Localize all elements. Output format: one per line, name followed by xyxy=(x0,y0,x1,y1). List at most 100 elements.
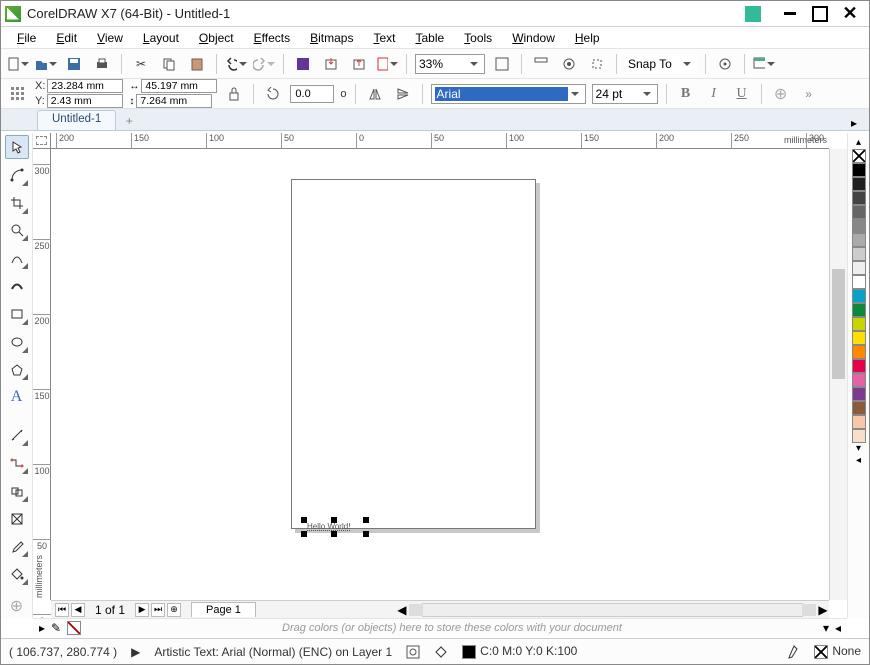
color-swatch[interactable] xyxy=(852,233,866,247)
canvas[interactable]: Hello World! xyxy=(51,149,829,600)
rotation-field[interactable]: 0.0 xyxy=(290,85,334,103)
color-swatch[interactable] xyxy=(852,219,866,233)
zoom-combo[interactable]: 33% xyxy=(415,54,485,74)
menu-view[interactable]: View xyxy=(87,29,133,47)
import-button[interactable] xyxy=(320,53,342,75)
color-swatch[interactable] xyxy=(852,387,866,401)
selection-handle[interactable] xyxy=(363,531,369,537)
menu-text[interactable]: Text xyxy=(363,29,405,47)
color-swatch[interactable] xyxy=(852,359,866,373)
mirror-v-button[interactable] xyxy=(392,83,414,105)
horizontal-scrollbar[interactable] xyxy=(422,603,803,617)
palette-nav-left[interactable]: ▸ xyxy=(39,621,45,635)
font-combo[interactable]: Arial xyxy=(431,84,586,104)
color-swatch[interactable] xyxy=(852,191,866,205)
color-swatch[interactable] xyxy=(852,289,866,303)
first-page-button[interactable]: ⏮ xyxy=(55,603,69,617)
export-button[interactable] xyxy=(348,53,370,75)
add-page-button[interactable]: ⊕ xyxy=(167,603,181,617)
undo-button[interactable] xyxy=(225,53,247,75)
bold-button[interactable]: B xyxy=(675,83,697,105)
outline-pen-icon[interactable] xyxy=(788,645,800,659)
eyedropper-icon[interactable]: ✎ xyxy=(51,621,61,635)
menu-help[interactable]: Help xyxy=(565,29,610,47)
scroll-left-button[interactable]: ◀ xyxy=(396,603,408,617)
y-position-field[interactable]: 2.43 mm xyxy=(47,94,123,108)
shape-tool[interactable] xyxy=(5,163,29,187)
palette-down-button[interactable]: ▾ xyxy=(852,443,866,455)
color-swatch[interactable] xyxy=(852,205,866,219)
color-swatch[interactable] xyxy=(852,429,866,443)
menu-object[interactable]: Object xyxy=(189,29,244,47)
outline-indicator[interactable]: None xyxy=(814,644,861,659)
redo-button[interactable] xyxy=(253,53,275,75)
launcher-button[interactable] xyxy=(753,53,775,75)
page-tab[interactable]: Page 1 xyxy=(191,602,256,617)
more-button[interactable]: » xyxy=(798,83,820,105)
next-page-button[interactable]: ▶ xyxy=(135,603,149,617)
object-origin-icon[interactable] xyxy=(7,83,29,105)
selection-handle[interactable] xyxy=(331,517,337,523)
x-position-field[interactable]: 23.284 mm xyxy=(47,79,123,93)
cut-button[interactable]: ✂ xyxy=(130,53,152,75)
save-button[interactable] xyxy=(63,53,85,75)
crop-tool[interactable] xyxy=(5,191,29,215)
menu-layout[interactable]: Layout xyxy=(133,29,189,47)
color-swatch[interactable] xyxy=(852,177,866,191)
search-content-button[interactable] xyxy=(292,53,314,75)
italic-button[interactable]: I xyxy=(703,83,725,105)
color-swatch[interactable] xyxy=(852,401,866,415)
font-size-combo[interactable]: 24 pt xyxy=(592,84,658,104)
menu-table[interactable]: Table xyxy=(405,29,454,47)
snap-to-combo[interactable]: Snap To xyxy=(625,54,697,74)
palette-up-button[interactable]: ▴ xyxy=(852,137,866,149)
eyedropper-tool[interactable] xyxy=(5,535,29,559)
color-swatch[interactable] xyxy=(852,261,866,275)
quick-customize-button[interactable]: ⊕ xyxy=(5,594,29,618)
underline-button[interactable]: U xyxy=(731,83,753,105)
maximize-button[interactable] xyxy=(805,5,835,23)
color-swatch[interactable] xyxy=(852,317,866,331)
options-button[interactable] xyxy=(714,53,736,75)
height-field[interactable]: 7.264 mm xyxy=(136,94,212,108)
paste-button[interactable] xyxy=(186,53,208,75)
full-screen-button[interactable] xyxy=(491,53,513,75)
selection-handle[interactable] xyxy=(331,531,337,537)
color-proof-icon[interactable] xyxy=(406,645,420,659)
fill-indicator[interactable]: C:0 M:0 Y:0 K:100 xyxy=(462,644,577,659)
pick-tool[interactable] xyxy=(5,135,29,159)
lock-ratio-button[interactable] xyxy=(223,83,245,105)
no-fill-swatch[interactable] xyxy=(67,621,81,635)
transparency-tool[interactable] xyxy=(5,507,29,531)
polygon-tool[interactable] xyxy=(5,358,29,382)
open-button[interactable] xyxy=(35,53,57,75)
freehand-tool[interactable] xyxy=(5,246,29,270)
tab-overflow-button[interactable]: ▸ xyxy=(851,116,863,130)
minimize-button[interactable] xyxy=(775,5,805,23)
document-palette[interactable]: ▸ ✎ Drag colors (or objects) here to sto… xyxy=(33,618,847,636)
drawing-area[interactable]: millimeters 2001501005005010015020025030… xyxy=(33,133,847,618)
horizontal-ruler[interactable]: millimeters 2001501005005010015020025030… xyxy=(51,133,829,149)
print-button[interactable] xyxy=(91,53,113,75)
color-swatch[interactable] xyxy=(852,345,866,359)
mirror-h-button[interactable] xyxy=(364,83,386,105)
color-swatch[interactable] xyxy=(852,163,866,177)
document-tab[interactable]: Untitled-1 xyxy=(37,110,116,130)
scroll-right-button[interactable]: ▶ xyxy=(817,603,829,617)
color-swatch[interactable] xyxy=(852,373,866,387)
selection-handle[interactable] xyxy=(363,517,369,523)
artistic-media-tool[interactable] xyxy=(5,274,29,298)
rectangle-tool[interactable] xyxy=(5,302,29,326)
corel-connect-icon[interactable] xyxy=(745,6,761,22)
prev-page-button[interactable]: ◀ xyxy=(71,603,85,617)
dimension-tool[interactable] xyxy=(5,423,29,447)
text-tool[interactable]: A xyxy=(5,385,29,409)
menu-edit[interactable]: Edit xyxy=(46,29,87,47)
width-field[interactable]: 45.197 mm xyxy=(141,79,217,93)
menu-tools[interactable]: Tools xyxy=(454,29,502,47)
connector-tool[interactable] xyxy=(5,451,29,475)
show-guidelines-button[interactable] xyxy=(586,53,608,75)
publish-pdf-button[interactable] xyxy=(376,53,398,75)
fill-tool[interactable] xyxy=(5,562,29,586)
palette-flyout-button[interactable]: ◂ xyxy=(852,455,866,467)
